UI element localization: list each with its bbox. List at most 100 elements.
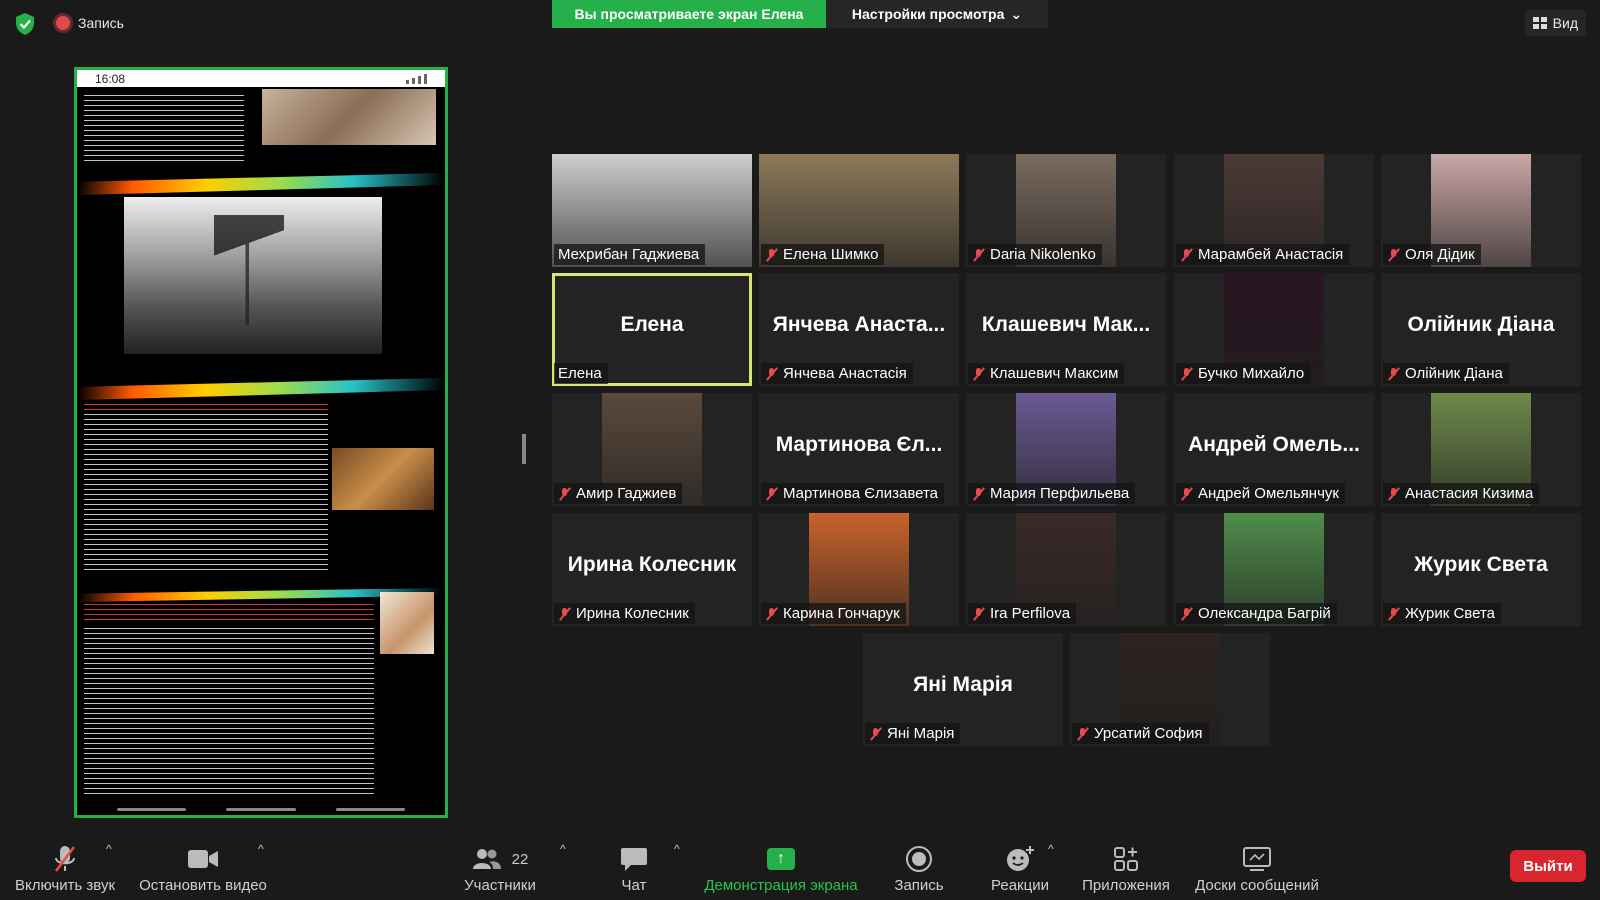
participant-name-label: Ira Perfilova — [968, 603, 1077, 624]
phone-time: 16:08 — [95, 71, 126, 86]
whiteboards-button[interactable]: Доски сообщений — [1192, 841, 1322, 894]
leave-meeting-button[interactable]: Выйти — [1510, 850, 1586, 882]
participants-icon — [472, 849, 501, 869]
participant-name-label: Елена — [554, 363, 608, 384]
participant-display-name: Елена — [620, 313, 684, 336]
participant-tile[interactable]: Бучко Михайло — [1174, 273, 1374, 386]
chat-icon — [621, 848, 647, 871]
security-shield-icon[interactable] — [14, 12, 36, 36]
apps-button[interactable]: Приложения — [1080, 841, 1172, 894]
participant-display-name: Журик Света — [1414, 553, 1548, 576]
participant-name: Янчева Анастасія — [783, 365, 907, 382]
reactions-options-chevron-icon[interactable]: ^ — [1048, 842, 1054, 856]
document-text — [84, 402, 328, 410]
participant-tile[interactable]: Яні Марія Яні Марія — [863, 633, 1063, 746]
participant-display-name: Ирина Колесник — [567, 553, 737, 576]
share-screen-button[interactable]: ↑ Демонстрация экрана — [702, 841, 860, 894]
participant-tile[interactable]: Мария Перфильева — [966, 393, 1166, 506]
participant-name: Ирина Колесник — [576, 605, 689, 622]
participant-name-label: Янчева Анастасія — [761, 363, 913, 384]
participant-name-label: Яні Марія — [865, 723, 961, 744]
participant-name-label: Карина Гончарук — [761, 603, 906, 624]
record-button[interactable]: Запись — [886, 841, 952, 894]
participant-tile[interactable]: Елена Елена — [552, 273, 752, 386]
apps-label: Приложения — [1082, 877, 1170, 894]
participant-name: Марамбей Анастасія — [1198, 246, 1344, 263]
shared-screen[interactable]: 16:08 — [74, 67, 448, 818]
reactions-button[interactable]: Реакции — [988, 841, 1052, 894]
muted-microphone-icon — [1180, 367, 1194, 381]
chat-label: Чат — [621, 877, 647, 894]
document-page-1 — [80, 87, 442, 173]
participant-name-label: Марамбей Анастасія — [1176, 244, 1350, 265]
participant-name: Олександра Багрій — [1198, 605, 1331, 622]
meeting-toolbar: Включить звук ^ Остановить видео ^ 22 Уч… — [0, 830, 1600, 900]
participant-name: Яні Марія — [887, 725, 955, 742]
participant-display-name: Яні Марія — [913, 673, 1013, 696]
participant-tile[interactable]: Олександра Багрій — [1174, 513, 1374, 626]
participant-tile[interactable]: Анастасия Кизима — [1381, 393, 1581, 506]
decorative-banner — [80, 378, 442, 400]
participant-name: Андрей Омельянчук — [1198, 485, 1339, 502]
grid-view-icon — [1532, 17, 1547, 29]
record-icon — [906, 846, 932, 872]
stop-video-button[interactable]: Остановить видео — [136, 841, 270, 894]
chat-button[interactable]: Чат — [604, 841, 664, 894]
participant-name: Елена Шимко — [783, 246, 879, 263]
muted-microphone-icon — [1387, 248, 1401, 262]
participant-name-label: Daria Nikolenko — [968, 244, 1102, 265]
participant-tile[interactable]: Daria Nikolenko — [966, 154, 1166, 267]
participant-tile[interactable]: Клашевич Мак... Клашевич Максим — [966, 273, 1166, 386]
view-button[interactable]: Вид — [1524, 10, 1586, 36]
muted-microphone-icon — [1180, 248, 1194, 262]
muted-microphone-icon — [869, 727, 883, 741]
participant-tile[interactable]: Ira Perfilova — [966, 513, 1166, 626]
participant-name-label: Бучко Михайло — [1176, 363, 1311, 384]
microphone-muted-icon — [55, 846, 75, 872]
participant-tile[interactable]: Андрей Омель... Андрей Омельянчук — [1174, 393, 1374, 506]
participant-tile[interactable]: Олійник Діана Олійник Діана — [1381, 273, 1581, 386]
muted-microphone-icon — [972, 607, 986, 621]
participant-display-name: Андрей Омель... — [1188, 433, 1360, 456]
recording-label: Запись — [78, 15, 124, 31]
view-settings-button[interactable]: Настройки просмотра ⌄ — [826, 0, 1048, 28]
participant-tile[interactable]: Мартинова Єл... Мартинова Єлизавета — [759, 393, 959, 506]
participant-name: Мария Перфильева — [990, 485, 1130, 502]
audio-options-chevron-icon[interactable]: ^ — [106, 842, 112, 856]
participant-tile[interactable]: Амир Гаджиев — [552, 393, 752, 506]
participant-name-label: Мехрибан Гаджиева — [554, 244, 706, 265]
decorative-banner — [80, 173, 442, 195]
participant-tile[interactable]: Елена Шимко — [759, 154, 959, 267]
participant-name: Мехрибан Гаджиева — [558, 246, 700, 263]
participant-tile[interactable]: Урсатий София — [1070, 633, 1270, 746]
participant-tile[interactable]: Ирина Колесник Ирина Колесник — [552, 513, 752, 626]
participants-button[interactable]: 22 Участники — [458, 841, 542, 894]
unmute-button[interactable]: Включить звук — [12, 841, 118, 894]
video-options-chevron-icon[interactable]: ^ — [258, 842, 264, 856]
participant-name-label: Олійник Діана — [1383, 363, 1509, 384]
whiteboard-icon — [1243, 847, 1271, 871]
participant-tile[interactable]: Карина Гончарук — [759, 513, 959, 626]
participant-display-name: Янчева Анаста... — [772, 313, 946, 336]
participant-tile[interactable]: Янчева Анаста... Янчева Анастасія — [759, 273, 959, 386]
participant-name-label: Анастасия Кизима — [1383, 483, 1540, 504]
participant-name-label: Журик Света — [1383, 603, 1501, 624]
participants-options-chevron-icon[interactable]: ^ — [560, 842, 566, 856]
participant-name: Олійник Діана — [1405, 365, 1503, 382]
document-page-3 — [80, 378, 442, 588]
muted-microphone-icon — [1387, 487, 1401, 501]
chat-options-chevron-icon[interactable]: ^ — [674, 842, 680, 856]
participant-tile[interactable]: Журик Света Журик Света — [1381, 513, 1581, 626]
apps-icon — [1114, 847, 1138, 871]
participant-tile[interactable]: Мехрибан Гаджиева — [552, 154, 752, 267]
participant-tile[interactable]: Марамбей Анастасія — [1174, 154, 1374, 267]
muted-microphone-icon — [972, 367, 986, 381]
split-view-handle[interactable] — [522, 434, 526, 464]
participant-name: Ira Perfilova — [990, 605, 1071, 622]
share-screen-label: Демонстрация экрана — [704, 877, 858, 894]
document-page-2 — [80, 173, 442, 378]
participant-tile[interactable]: Оля Дідик — [1381, 154, 1581, 267]
muted-microphone-icon — [558, 487, 572, 501]
whiteboards-label: Доски сообщений — [1195, 877, 1319, 894]
recording-indicator[interactable]: Запись — [56, 15, 124, 31]
